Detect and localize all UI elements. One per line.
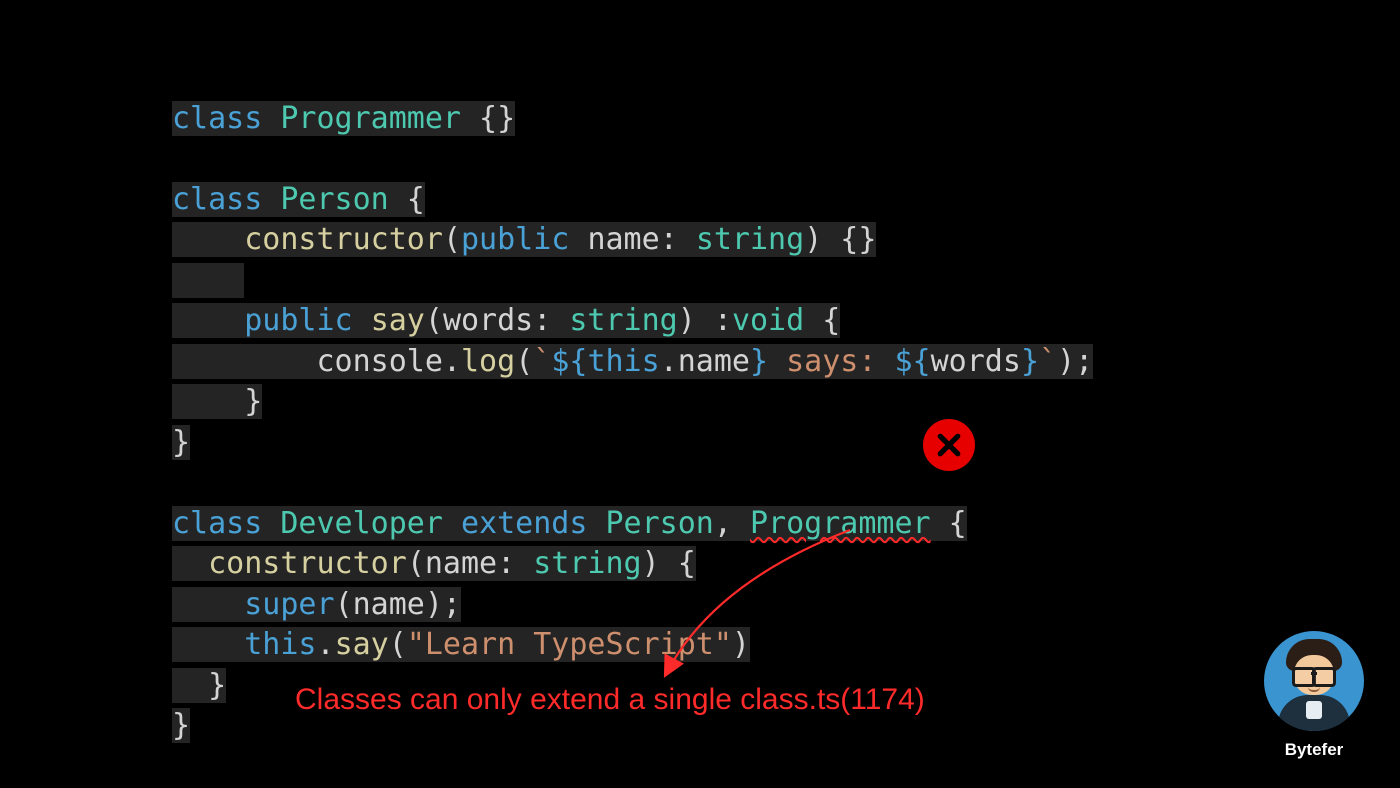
ctor: constructor (208, 546, 407, 581)
string-literal: "Learn TypeScript" (407, 627, 732, 662)
blank-indent (172, 263, 244, 298)
str-text: says: (768, 344, 894, 379)
param-name: words (443, 303, 533, 338)
class-name: Developer (280, 506, 443, 541)
paren: ( (425, 303, 443, 338)
method-name: say (371, 303, 425, 338)
brace-close: } (208, 668, 226, 703)
indent (172, 303, 244, 338)
x-icon (934, 430, 964, 460)
dot: . (660, 344, 678, 379)
paren: ( (407, 546, 425, 581)
brace-close: } (172, 708, 190, 743)
ctor: constructor (244, 222, 443, 257)
indent (172, 344, 317, 379)
paren-semi: ); (1057, 344, 1093, 379)
kw-class: class (172, 506, 280, 541)
paren: ) (732, 627, 750, 662)
kw-class: class (172, 182, 280, 217)
kw-extends: extends (443, 506, 606, 541)
indent (172, 546, 208, 581)
type: string (569, 303, 677, 338)
colon: : (533, 303, 569, 338)
param-name: name (587, 222, 659, 257)
kw-this: this (244, 627, 316, 662)
tmpl-open: ${ (895, 344, 931, 379)
kw-class: class (172, 101, 280, 136)
base-class: Person (606, 506, 714, 541)
comma: , (714, 506, 750, 541)
error-message: Classes can only extend a single class.t… (295, 680, 925, 721)
colon: : (660, 222, 696, 257)
backtick: ` (1039, 344, 1057, 379)
obj-console: console (317, 344, 443, 379)
tmpl-open: ${ (551, 344, 587, 379)
class-name: Person (280, 182, 388, 217)
paren-brace: ) { (642, 546, 696, 581)
colon: : (497, 546, 533, 581)
kw-public: public (244, 303, 370, 338)
arg-name: name (353, 587, 425, 622)
kw-this: this (587, 344, 659, 379)
paren: ( (515, 344, 533, 379)
paren-colon: ) : (678, 303, 732, 338)
indent (172, 222, 244, 257)
fn-log: log (461, 344, 515, 379)
author-name: Bytefer (1264, 739, 1364, 762)
brace-close: } (172, 425, 190, 460)
author-avatar (1264, 631, 1364, 731)
type: string (533, 546, 641, 581)
method-call: say (335, 627, 389, 662)
paren: ( (443, 222, 461, 257)
param-name: name (425, 546, 497, 581)
indent (172, 627, 244, 662)
class-name: Programmer (280, 101, 461, 136)
error-icon (923, 419, 975, 471)
type: string (696, 222, 804, 257)
paren: ( (335, 587, 353, 622)
kw-super: super (244, 587, 334, 622)
var-words: words (931, 344, 1021, 379)
code-block: class Programmer {} class Person { const… (172, 58, 1093, 747)
kw-public: public (461, 222, 587, 257)
indent (172, 384, 244, 419)
braces: {} (461, 101, 515, 136)
tmpl-close: } (1021, 344, 1039, 379)
dot: . (317, 627, 335, 662)
tmpl-close: } (750, 344, 768, 379)
paren-semi: ); (425, 587, 461, 622)
prop-name: name (678, 344, 750, 379)
brace-close: } (244, 384, 262, 419)
brace-open: { (931, 506, 967, 541)
paren-braces: ) {} (804, 222, 876, 257)
brace-open: { (804, 303, 840, 338)
error-underline-programmer: Programmer (750, 506, 931, 541)
author-badge: Bytefer (1264, 631, 1364, 762)
paren: ( (389, 627, 407, 662)
return-type: void (732, 303, 804, 338)
dot: . (443, 344, 461, 379)
indent (172, 668, 208, 703)
brace-open: { (389, 182, 425, 217)
indent (172, 587, 244, 622)
backtick: ` (533, 344, 551, 379)
